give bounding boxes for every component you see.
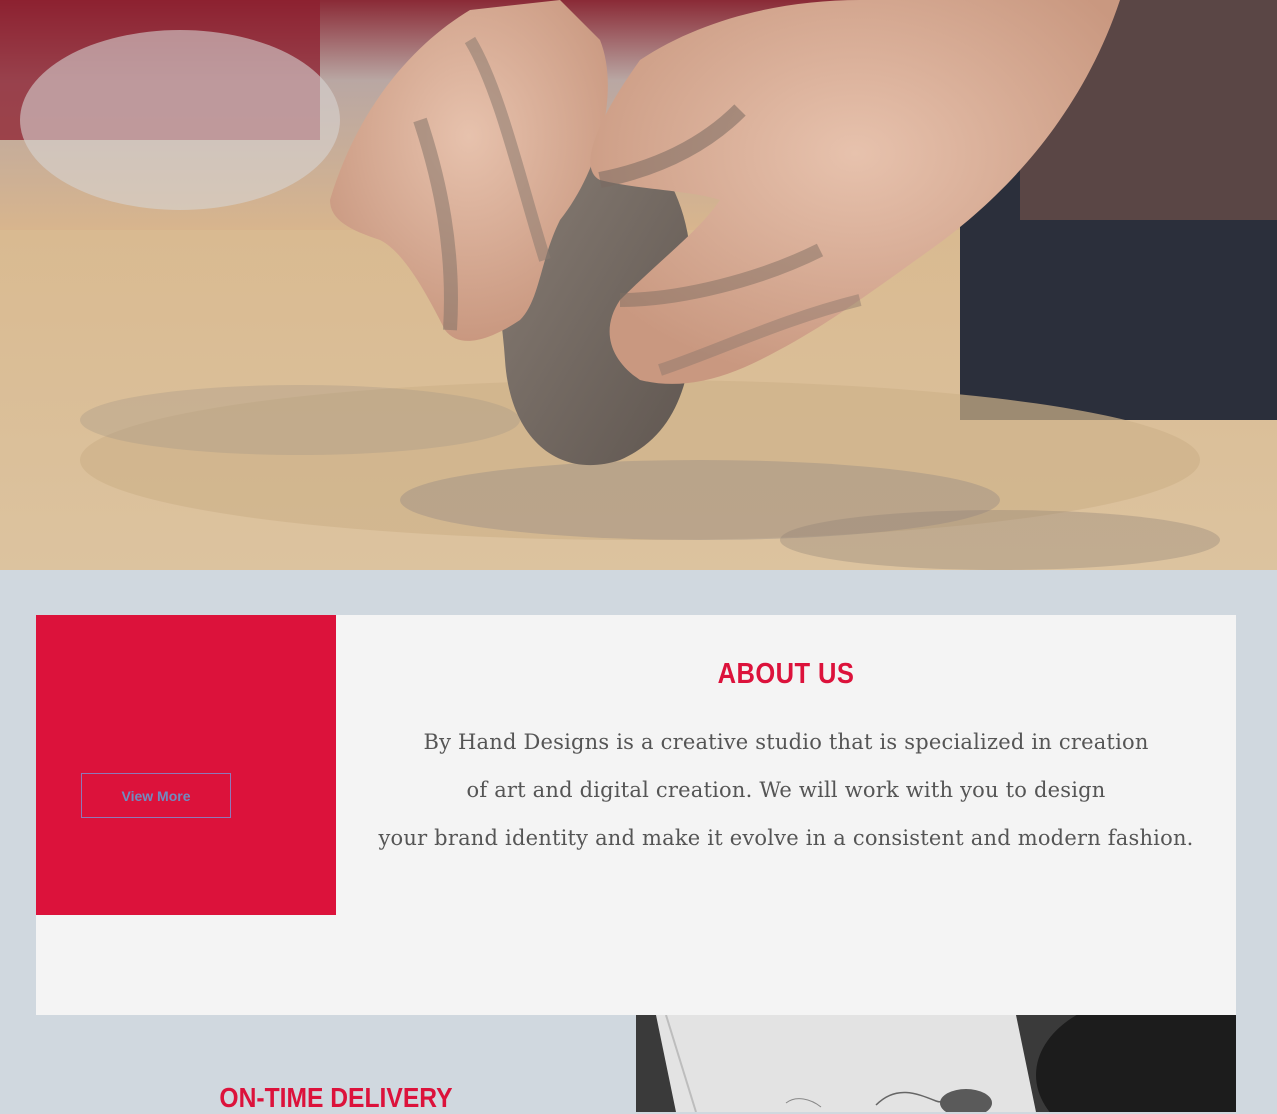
about-accent-box xyxy=(36,615,336,915)
about-line-3: your brand identity and make it evolve i… xyxy=(378,826,1194,850)
view-more-button[interactable]: View More xyxy=(81,773,231,818)
hero-clay-hands-illustration xyxy=(0,0,1277,570)
about-line-2: of art and digital creation. We will wor… xyxy=(466,778,1106,802)
about-title: ABOUT US xyxy=(717,658,855,690)
sketching-illustration xyxy=(636,1015,1236,1112)
about-paragraph: By Hand Designs is a creative studio tha… xyxy=(336,718,1236,862)
delivery-title: ON-TIME DELIVERY xyxy=(219,1082,453,1113)
sketching-photo xyxy=(636,1015,1236,1112)
hero-image xyxy=(0,0,1277,570)
about-line-1: By Hand Designs is a creative studio tha… xyxy=(423,730,1149,754)
